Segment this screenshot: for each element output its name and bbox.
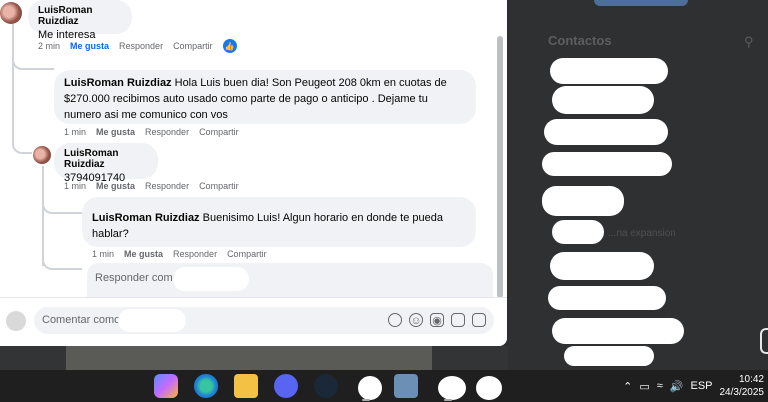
composer-icons: ☺ ◉: [388, 313, 486, 327]
thread-connector: [12, 50, 54, 70]
chrome-profile-icon[interactable]: [436, 374, 466, 401]
feed-background: [0, 346, 508, 370]
comment-composer: Comentar como ☺ ◉: [0, 297, 507, 346]
contact-item[interactable]: [542, 152, 672, 176]
contact-item[interactable]: [550, 252, 654, 280]
share-button[interactable]: Compartir: [173, 41, 213, 51]
comment-author[interactable]: LuisRoman Ruizdiaz: [64, 77, 172, 89]
comment-author[interactable]: LuisRoman Ruizdiaz: [38, 5, 122, 27]
steam-icon[interactable]: [314, 374, 338, 398]
comment-time[interactable]: 1 min: [92, 249, 114, 259]
contact-item[interactable]: [548, 286, 666, 310]
avatar[interactable]: [33, 146, 51, 164]
comment-placeholder: Comentar como: [42, 314, 121, 326]
comment-actions: 1 min Me gusta Responder Compartir: [64, 127, 239, 137]
gif-icon[interactable]: [451, 313, 465, 327]
network-app-icon[interactable]: [394, 374, 418, 398]
chrome-profile-icon-2[interactable]: [476, 374, 502, 400]
comment-bubble: LuisRoman Ruizdiaz Me interesa: [28, 0, 132, 41]
like-button[interactable]: Me gusta: [96, 127, 135, 137]
reply-placeholder: Responder como: [95, 272, 179, 284]
clock[interactable]: 10:42 24/3/2025: [720, 373, 768, 399]
comments-panel: LuisRoman Ruizdiaz Me interesa 2 min Me …: [0, 0, 507, 346]
search-icon[interactable]: ⚲: [744, 34, 754, 50]
comment-time[interactable]: 1 min: [64, 181, 86, 191]
share-button[interactable]: Compartir: [199, 181, 239, 191]
avatar-sticker-icon[interactable]: [388, 313, 402, 327]
contact-item[interactable]: [564, 346, 654, 366]
copilot-icon[interactable]: [154, 374, 178, 398]
comment-text: LuisRoman Ruizdiaz Hola Luis buen dia! S…: [64, 77, 447, 121]
comment-bubble: LuisRoman Ruizdiaz 3794091740: [54, 143, 158, 184]
reply-button[interactable]: Responder: [119, 41, 163, 51]
volume-icon[interactable]: 🔊: [670, 380, 684, 393]
contact-item[interactable]: [544, 119, 668, 145]
comment-actions: 1 min Me gusta Responder Compartir: [92, 249, 267, 259]
user-avatar[interactable]: [6, 311, 26, 331]
comment-actions: 1 min Me gusta Responder Compartir: [64, 181, 239, 191]
clock-time: 10:42: [738, 374, 764, 385]
comment-time[interactable]: 1 min: [64, 127, 86, 137]
contacts-sidebar: Contactos ⚲ ...na expansion: [508, 0, 768, 370]
share-button[interactable]: Compartir: [227, 249, 267, 259]
contact-item[interactable]: [550, 58, 668, 84]
thread-line: [12, 24, 14, 144]
reply-button[interactable]: Responder: [145, 181, 189, 191]
clock-date: 24/3/2025: [719, 387, 765, 398]
chat-edge[interactable]: [760, 328, 768, 354]
contact-item[interactable]: [552, 318, 684, 344]
top-button[interactable]: [594, 0, 688, 6]
comment-time[interactable]: 2 min: [38, 41, 60, 51]
system-tray: ⌃ ▭ ≈ 🔊 ESP 10:42 24/3/2025: [623, 370, 768, 402]
comment-author[interactable]: LuisRoman Ruizdiaz: [92, 212, 200, 224]
contact-item[interactable]: [552, 86, 654, 114]
app-badge: [358, 376, 382, 400]
discord-icon[interactable]: [274, 374, 298, 398]
file-explorer-icon[interactable]: [234, 374, 258, 398]
chrome-icon[interactable]: [354, 374, 382, 401]
taskbar: ⌃ ▭ ≈ 🔊 ESP 10:42 24/3/2025: [0, 370, 768, 402]
share-button[interactable]: Compartir: [199, 127, 239, 137]
comment-text: LuisRoman Ruizdiaz Buenisimo Luis! Algun…: [92, 212, 443, 240]
language-indicator[interactable]: ESP: [690, 380, 712, 392]
chevron-up-icon[interactable]: ⌃: [623, 380, 632, 393]
battery-icon[interactable]: ▭: [639, 380, 649, 393]
thread-connector: [42, 190, 82, 214]
like-button[interactable]: Me gusta: [96, 181, 135, 191]
contact-status: ...na expansion: [608, 228, 676, 239]
emoji-icon[interactable]: ☺: [409, 313, 423, 327]
scrollbar[interactable]: [497, 36, 503, 298]
reply-button[interactable]: Responder: [145, 127, 189, 137]
comment-input[interactable]: Comentar como ☺ ◉: [34, 307, 494, 334]
comment-actions: 2 min Me gusta Responder Compartir 👍: [38, 39, 237, 53]
contacts-title: Contactos: [548, 33, 612, 48]
edge-icon[interactable]: [194, 374, 218, 398]
camera-icon[interactable]: ◉: [430, 313, 444, 327]
app-badge: [476, 376, 502, 400]
like-button[interactable]: Me gusta: [124, 249, 163, 259]
app-badge: [438, 376, 466, 400]
comment-author[interactable]: LuisRoman Ruizdiaz: [64, 148, 148, 170]
thread-connector: [12, 140, 32, 154]
thread-connector: [42, 250, 82, 270]
sticker-icon[interactable]: [472, 313, 486, 327]
post-image: [66, 346, 432, 370]
comment-bubble: LuisRoman Ruizdiaz Hola Luis buen dia! S…: [54, 70, 476, 124]
comment-bubble: LuisRoman Ruizdiaz Buenisimo Luis! Algun…: [82, 197, 476, 247]
contact-item[interactable]: [542, 186, 624, 216]
avatar[interactable]: [0, 2, 22, 24]
reply-button[interactable]: Responder: [173, 249, 217, 259]
redacted-name: [173, 267, 249, 291]
redacted-name: [118, 309, 186, 332]
like-button[interactable]: Me gusta: [70, 41, 109, 51]
contact-item[interactable]: [552, 220, 604, 244]
thumbs-up-icon[interactable]: 👍: [222, 39, 237, 53]
wifi-icon[interactable]: ≈: [657, 380, 663, 392]
